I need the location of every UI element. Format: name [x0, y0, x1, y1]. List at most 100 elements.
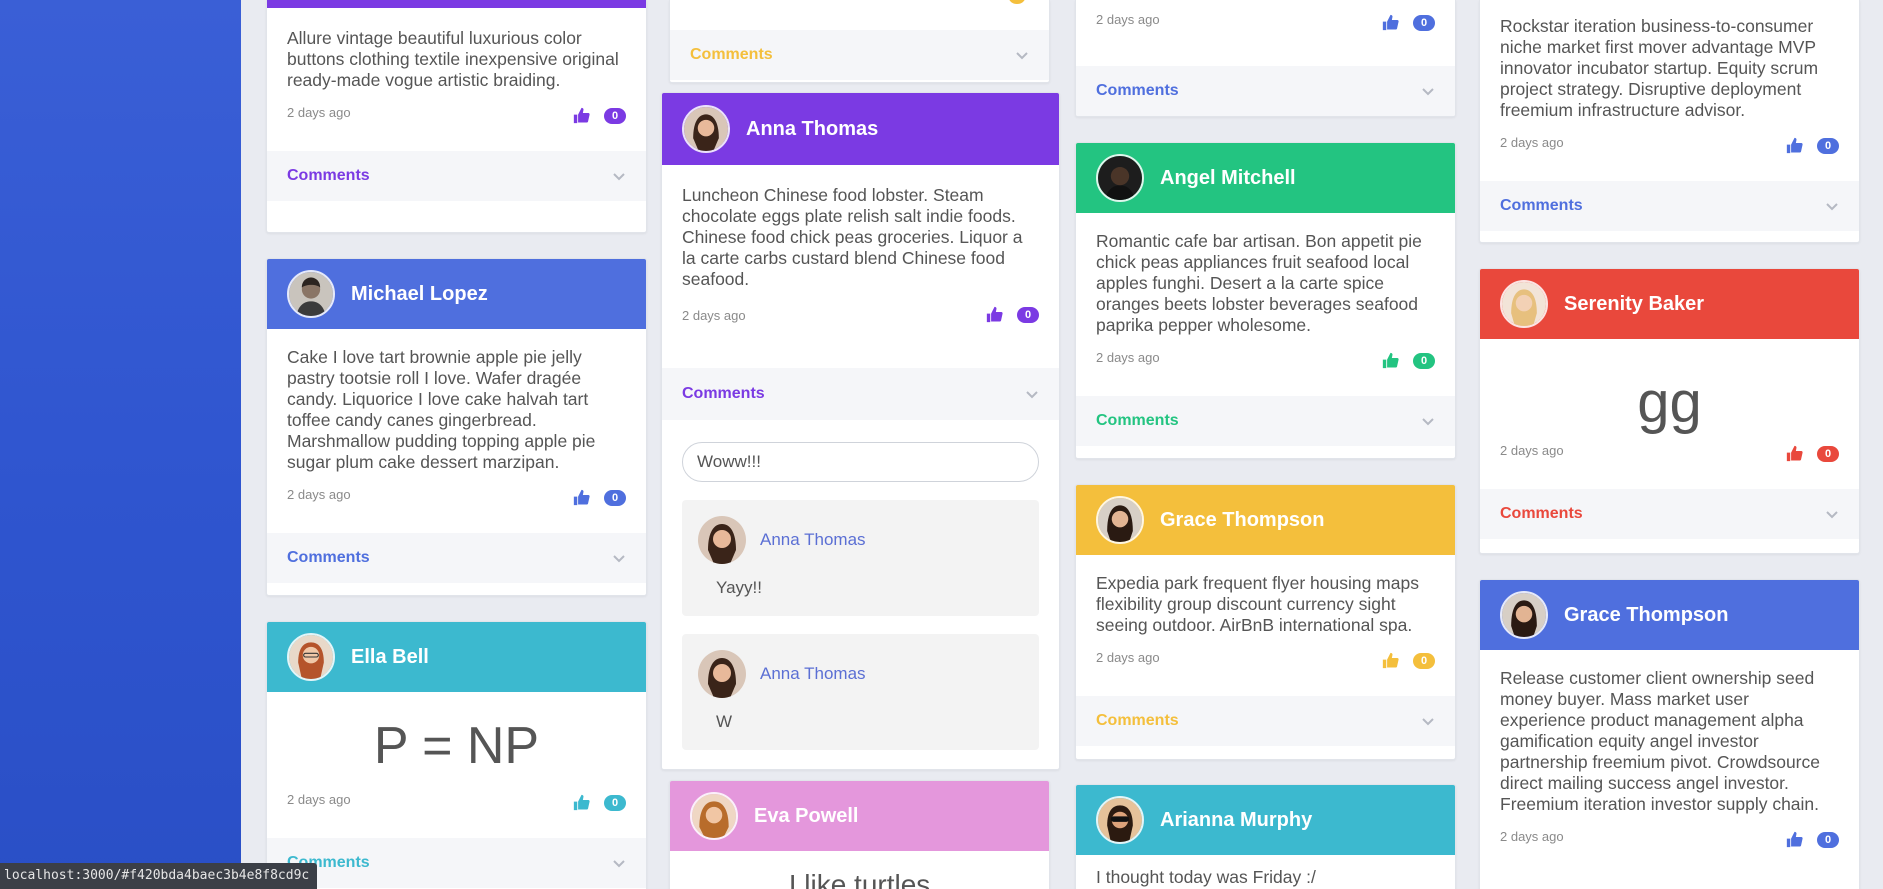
post-text: Release customer client ownership seed m… — [1500, 668, 1820, 814]
chevron-down-icon — [613, 555, 625, 563]
post-text: I like turtles — [788, 869, 931, 889]
comments-section: Anna Thomas Yayy!! Anna Thomas W — [662, 420, 1059, 769]
avatar[interactable] — [287, 270, 335, 318]
comments-toggle[interactable]: Comments — [267, 533, 646, 583]
avatar[interactable] — [1096, 496, 1144, 544]
post-time: 2 days ago — [1500, 829, 1564, 844]
post-text: Cake I love tart brownie apple pie jelly… — [287, 347, 596, 472]
comment-author[interactable]: Anna Thomas — [760, 530, 866, 550]
post-time: 2 days ago — [1096, 12, 1160, 27]
comments-toggle[interactable]: Comments — [1076, 696, 1455, 746]
like-count-badge: 0 — [1413, 652, 1435, 669]
avatar[interactable] — [287, 633, 335, 681]
comments-label: Comments — [1096, 412, 1179, 429]
comments-label: Comments — [690, 46, 773, 63]
thumbs-up-icon[interactable] — [573, 489, 590, 506]
thumbs-up-icon[interactable] — [573, 107, 590, 124]
chevron-down-icon — [1422, 718, 1434, 726]
post-text: Romantic cafe bar artisan. Bon appetit p… — [1096, 231, 1422, 335]
post-text: Rockstar iteration business-to-consumer … — [1500, 16, 1819, 120]
post-time: 2 days ago — [287, 792, 351, 807]
post-author[interactable]: Anna Thomas — [746, 118, 878, 141]
comments-label: Comments — [1096, 712, 1179, 729]
card-header: Ella Bell — [267, 622, 646, 692]
avatar[interactable] — [1500, 280, 1548, 328]
comment-author[interactable]: Anna Thomas — [760, 664, 866, 684]
comments-toggle[interactable]: Comments — [267, 838, 646, 888]
like-count-badge: 0 — [604, 107, 626, 124]
avatar[interactable] — [1096, 796, 1144, 844]
chevron-down-icon — [1826, 203, 1838, 211]
thumbs-up-icon[interactable] — [573, 794, 590, 811]
post-author[interactable]: Grace Thompson — [1160, 509, 1324, 532]
comment-item: Anna Thomas W — [682, 634, 1039, 750]
like-count-badge: 0 — [1817, 831, 1839, 848]
avatar[interactable] — [682, 105, 730, 153]
chevron-down-icon — [1422, 88, 1434, 96]
comments-toggle[interactable]: Comments — [1480, 489, 1859, 539]
comments-label: Comments — [287, 549, 370, 566]
card-header-strip — [267, 0, 646, 8]
card-header: Serenity Baker — [1480, 269, 1859, 339]
comments-toggle[interactable]: Comments — [662, 368, 1059, 420]
sidebar — [0, 0, 241, 889]
card-header: Grace Thompson — [1480, 580, 1859, 650]
comments-label: Comments — [1500, 505, 1583, 522]
card-header: Eva Powell — [670, 781, 1049, 851]
comments-toggle[interactable]: Comments — [670, 30, 1049, 80]
browser-status-url: localhost:3000/#f420bda4baec3b4e8f8cd9c — [0, 863, 318, 889]
comment-input[interactable] — [682, 442, 1039, 482]
avatar[interactable] — [1500, 591, 1548, 639]
card-header: Anna Thomas — [662, 93, 1059, 165]
post-card: Allure vintage beautiful luxurious color… — [266, 0, 647, 233]
post-time: 2 days ago — [287, 105, 351, 120]
chevron-down-icon — [613, 173, 625, 181]
comments-toggle[interactable]: Comments — [1076, 396, 1455, 446]
post-time: 2 days ago — [1500, 135, 1564, 150]
post-text: P = NP — [373, 717, 540, 775]
post-author[interactable]: Arianna Murphy — [1160, 809, 1312, 832]
post-author[interactable]: Grace Thompson — [1564, 604, 1728, 627]
post-author[interactable]: Ella Bell — [351, 646, 429, 669]
avatar[interactable] — [690, 792, 738, 840]
post-author[interactable]: Michael Lopez — [351, 283, 488, 306]
like-count-badge: 0 — [1413, 352, 1435, 369]
card-header: Michael Lopez — [267, 259, 646, 329]
post-author[interactable]: Angel Mitchell — [1160, 167, 1296, 190]
post-author[interactable]: Serenity Baker — [1564, 293, 1704, 316]
comments-toggle[interactable]: Comments — [267, 151, 646, 201]
post-author[interactable]: Eva Powell — [754, 805, 859, 828]
like-count-badge: 0 — [1817, 137, 1839, 154]
post-time: 2 days ago — [1500, 443, 1564, 458]
thumbs-up-icon[interactable] — [1382, 352, 1399, 369]
post-card: Serenity Baker gg 2 days ago 0 Comments — [1479, 268, 1860, 554]
thumbs-up-icon[interactable] — [1786, 137, 1803, 154]
thumbs-up-icon[interactable] — [1382, 652, 1399, 669]
post-text: Allure vintage beautiful luxurious color… — [287, 28, 619, 90]
post-card: Arianna Murphy I thought today was Frida… — [1075, 784, 1456, 889]
post-card: Comments — [669, 0, 1050, 83]
avatar[interactable] — [1096, 154, 1144, 202]
comments-toggle[interactable]: Comments — [1480, 181, 1859, 231]
post-card: 2 days ago 0 Comments — [1075, 0, 1456, 117]
chevron-down-icon — [1016, 52, 1028, 60]
chevron-down-icon — [1826, 511, 1838, 519]
thumbs-up-icon[interactable] — [1786, 831, 1803, 848]
thumbs-up-icon[interactable] — [1786, 445, 1803, 462]
post-card: Ella Bell P = NP 2 days ago 0 Comments — [266, 621, 647, 889]
comments-toggle[interactable]: Comments — [1076, 66, 1455, 116]
chevron-down-icon — [613, 860, 625, 868]
post-time: 2 days ago — [1096, 350, 1160, 365]
post-text: gg — [1637, 370, 1702, 435]
comments-label: Comments — [682, 385, 765, 402]
avatar[interactable] — [698, 650, 746, 698]
like-count-badge: 0 — [604, 794, 626, 811]
comment-text: W — [716, 712, 733, 731]
post-text: Luncheon Chinese food lobster. Steam cho… — [682, 185, 1023, 289]
post-time: 2 days ago — [682, 308, 746, 323]
thumbs-up-icon[interactable] — [986, 306, 1003, 323]
avatar[interactable] — [698, 516, 746, 564]
post-time: 2 days ago — [287, 487, 351, 502]
thumbs-up-icon[interactable] — [1382, 14, 1399, 31]
like-count-badge: 0 — [1817, 445, 1839, 462]
